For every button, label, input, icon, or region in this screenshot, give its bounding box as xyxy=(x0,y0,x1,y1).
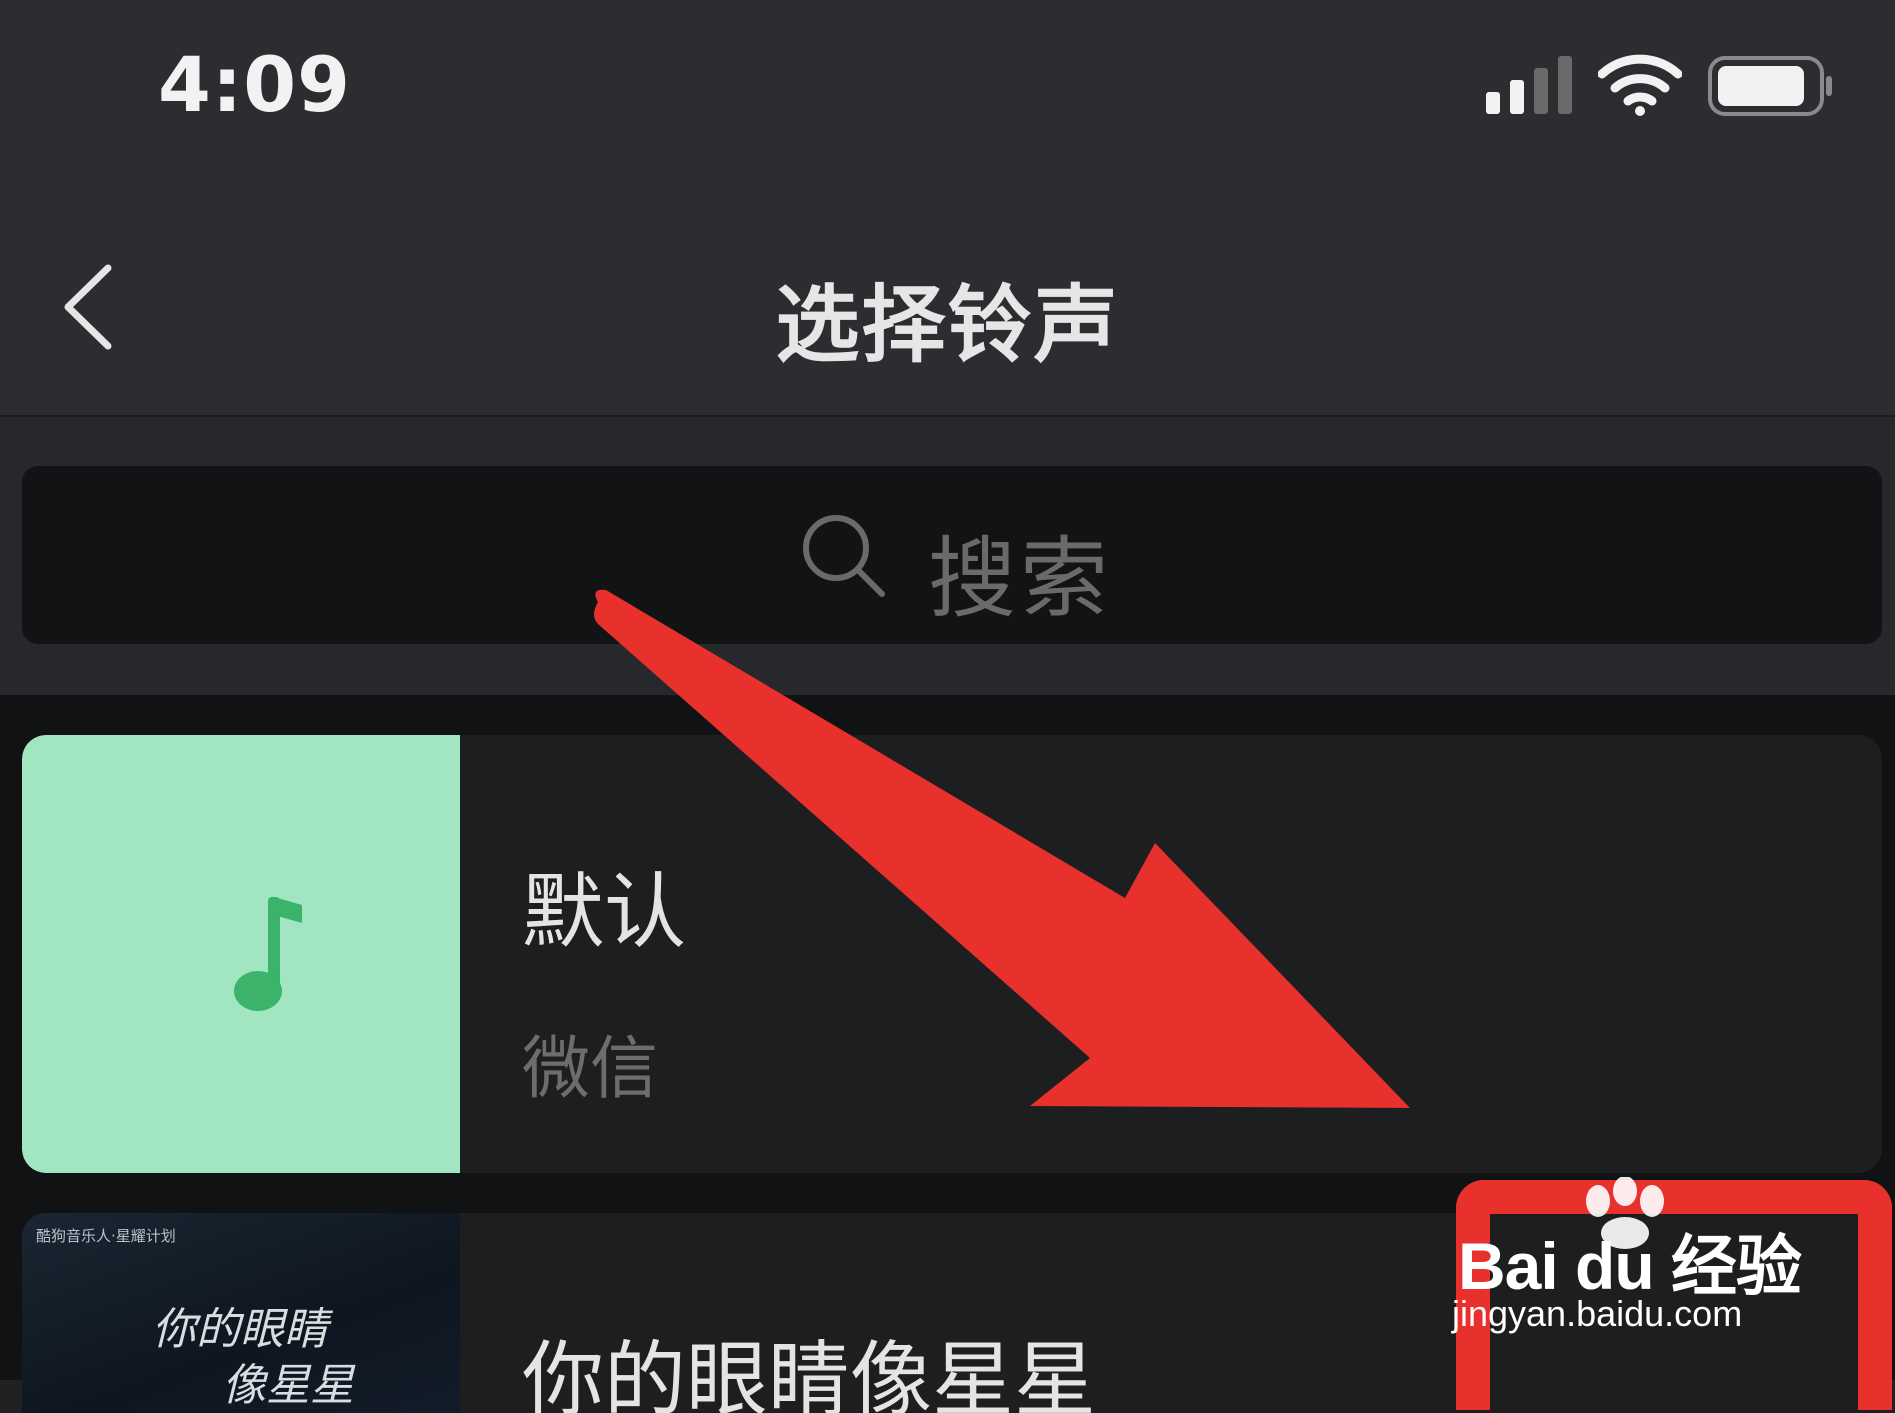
list-item[interactable]: 默认 微信 xyxy=(22,735,1882,1173)
ringtone-source: 微信 xyxy=(522,1030,659,1109)
ringtone-title: 你的眼睛像星星 xyxy=(522,1333,1097,1413)
status-time: 4:09 xyxy=(158,40,352,129)
ringtone-cover: 酷狗音乐人·星耀计划 你的眼睛 像星星 xyxy=(22,1213,460,1413)
cover-title-line-2: 像星星 xyxy=(222,1360,354,1411)
cellular-signal-icon xyxy=(1486,56,1572,114)
list-item[interactable]: 酷狗音乐人·星耀计划 你的眼睛 像星星 你的眼睛像星星 xyxy=(22,1213,1882,1413)
ringtone-title: 默认 xyxy=(522,865,687,960)
wifi-icon xyxy=(1598,54,1682,116)
page-title: 选择铃声 xyxy=(775,276,1120,374)
search-placeholder: 搜索 xyxy=(928,527,1113,630)
search-icon xyxy=(803,515,885,597)
music-note-icon xyxy=(234,897,302,1011)
cover-caption: 酷狗音乐人·星耀计划 xyxy=(36,1227,176,1245)
phone-screen: 4:09 选择铃声 搜索 默认 微信 酷狗音乐人·星耀计划 你的眼睛 像星星 你… xyxy=(0,0,1895,1413)
cover-title-line-1: 你的眼睛 xyxy=(152,1304,328,1355)
battery-icon xyxy=(1708,56,1832,116)
ringtone-cover xyxy=(22,735,460,1173)
